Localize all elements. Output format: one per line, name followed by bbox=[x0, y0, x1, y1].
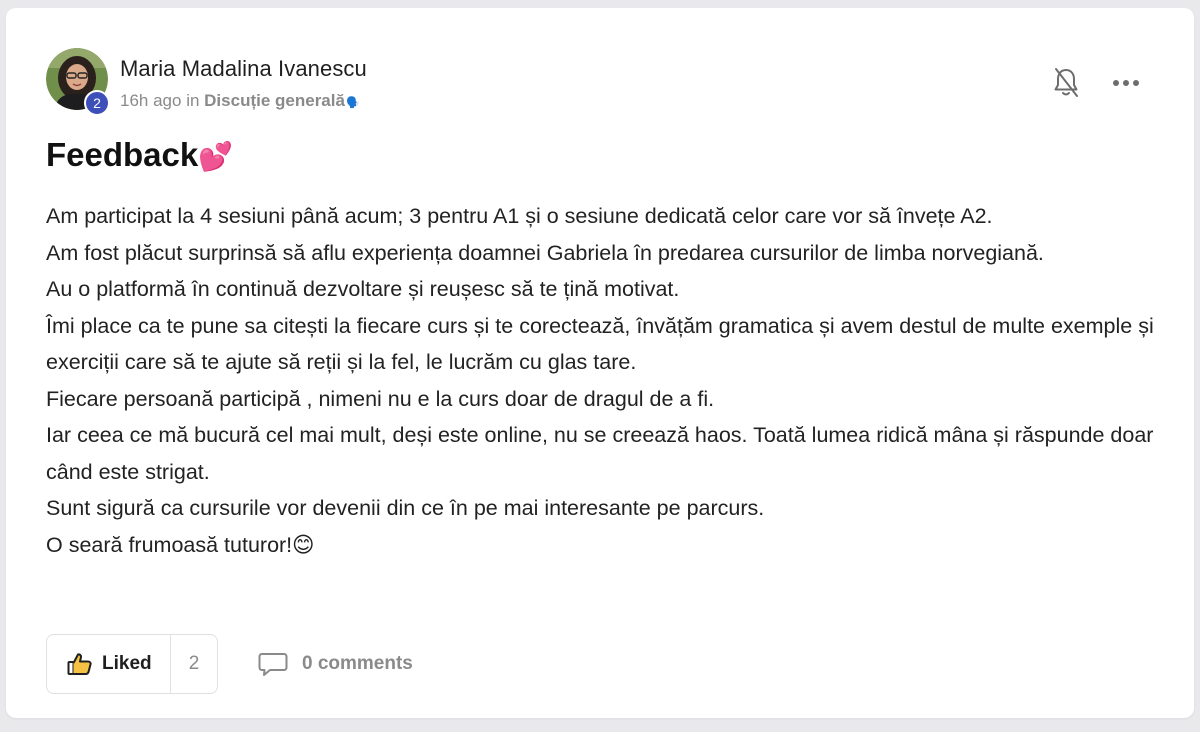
author-avatar[interactable]: 2 bbox=[46, 48, 110, 116]
more-horizontal-icon bbox=[1113, 80, 1139, 86]
post-title-text: Feedback bbox=[46, 136, 199, 173]
author-level-badge: 2 bbox=[84, 90, 110, 116]
like-label: Liked bbox=[102, 653, 152, 674]
comments-label: 0 comments bbox=[302, 653, 413, 674]
post-category: Discuție generală bbox=[204, 91, 345, 110]
post-body-line: Am fost plăcut surprinsă să aflu experie… bbox=[46, 240, 1044, 265]
category-emoji: 🗣️ bbox=[345, 97, 360, 109]
post-body-line: O seară frumoasă tuturor!😊 bbox=[46, 532, 315, 557]
author-name[interactable]: Maria Madalina Ivanescu bbox=[120, 56, 367, 82]
post-body: Am participat la 4 sesiuni până acum; 3 … bbox=[46, 198, 1156, 563]
post-title: Feedback💕 bbox=[46, 136, 233, 174]
more-options-button[interactable] bbox=[1110, 72, 1142, 94]
comments-button[interactable]: 0 comments bbox=[258, 634, 413, 694]
post-body-line: Iar ceea ce mă bucură cel mai mult, deși… bbox=[46, 423, 1154, 484]
like-count[interactable]: 2 bbox=[171, 635, 217, 693]
post-category-link[interactable]: Discuție generală🗣️ bbox=[204, 91, 359, 110]
comment-icon bbox=[258, 653, 288, 676]
post-body-line: Fiecare persoană participă , nimeni nu e… bbox=[46, 386, 715, 411]
thumbs-up-icon bbox=[67, 653, 92, 675]
post-time: 16h ago bbox=[120, 91, 182, 110]
notifications-toggle-button[interactable] bbox=[1051, 66, 1081, 100]
post-card: 2 Maria Madalina Ivanescu 16h ago in Dis… bbox=[6, 8, 1194, 718]
bell-off-icon bbox=[1054, 68, 1078, 97]
like-button[interactable]: Liked bbox=[47, 635, 171, 693]
meta-in-word: in bbox=[186, 91, 200, 110]
post-body-line: Am participat la 4 sesiuni până acum; 3 … bbox=[46, 204, 993, 228]
post-body-line: Au o platformă în continuă dezvoltare și… bbox=[46, 277, 680, 301]
title-emoji: 💕 bbox=[198, 141, 234, 172]
like-group: Liked 2 bbox=[46, 634, 218, 694]
post-meta: 16h ago in Discuție generală🗣️ bbox=[120, 91, 360, 111]
post-body-line: Sunt sigură ca cursurile vor devenii din… bbox=[46, 496, 765, 520]
post-body-line: Îmi place ca te pune sa citești la fieca… bbox=[46, 313, 1154, 375]
